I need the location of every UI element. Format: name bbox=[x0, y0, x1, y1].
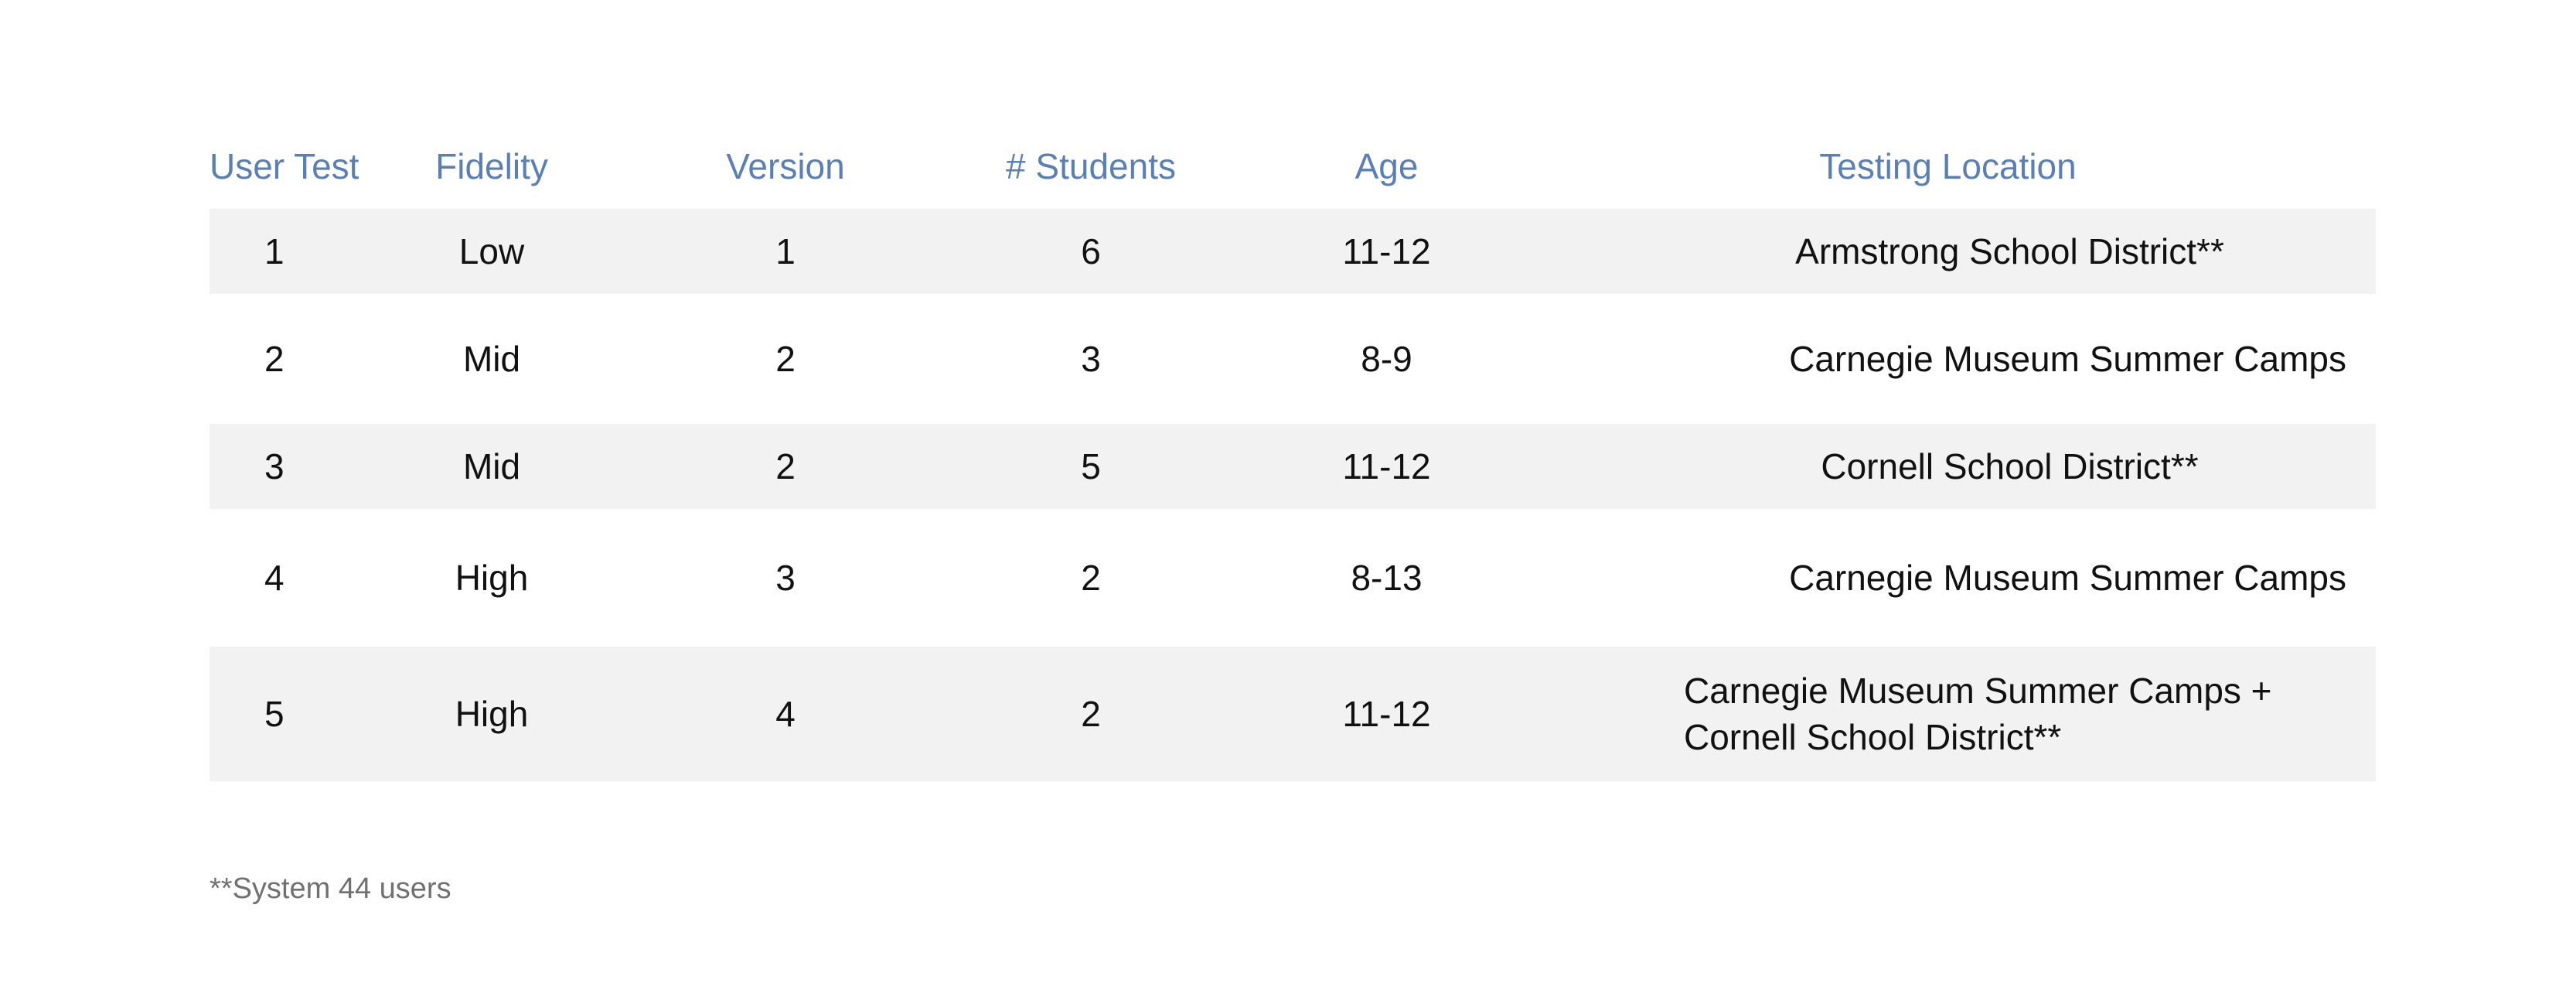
cell-version: 4 bbox=[775, 694, 796, 734]
cell-age: 11-12 bbox=[1342, 231, 1431, 271]
cell-fidelity: Low bbox=[458, 231, 525, 271]
cell-user-test: 3 bbox=[264, 446, 285, 486]
cell-user-test: 1 bbox=[264, 231, 285, 271]
table-row: 1 Low 1 6 11-12 Armstrong School Distric… bbox=[210, 209, 2376, 294]
cell-testing-location: Carnegie Museum Summer Camps + Cornell S… bbox=[1520, 667, 2376, 760]
header-version: Version bbox=[726, 146, 845, 186]
header-age: Age bbox=[1354, 146, 1419, 186]
user-testing-table: User Test Fidelity Version # Students Ag… bbox=[210, 124, 2376, 781]
cell-testing-location: Armstrong School District** bbox=[1795, 231, 2224, 271]
cell-students: 6 bbox=[1081, 231, 1101, 271]
cell-testing-location: Carnegie Museum Summer Camps bbox=[1789, 339, 2346, 379]
cell-students: 2 bbox=[1081, 558, 1101, 598]
cell-age: 8-13 bbox=[1351, 558, 1423, 598]
cell-version: 3 bbox=[775, 558, 796, 598]
cell-fidelity: Mid bbox=[462, 339, 521, 379]
location-line-2: Cornell School District** bbox=[1684, 717, 2062, 757]
cell-age: 8-9 bbox=[1361, 339, 1412, 379]
cell-fidelity: High bbox=[455, 558, 529, 598]
cell-testing-location: Carnegie Museum Summer Camps bbox=[1789, 558, 2346, 598]
cell-fidelity: Mid bbox=[462, 446, 521, 486]
cell-user-test: 5 bbox=[264, 694, 285, 734]
table-row: 5 High 4 2 11-12 Carnegie Museum Summer … bbox=[210, 647, 2376, 781]
cell-fidelity: High bbox=[455, 694, 529, 734]
table-row: 2 Mid 2 3 8-9 Carnegie Museum Summer Cam… bbox=[210, 294, 2376, 424]
cell-age: 11-12 bbox=[1342, 446, 1431, 486]
cell-students: 2 bbox=[1081, 694, 1101, 734]
table-header-row: User Test Fidelity Version # Students Ag… bbox=[210, 124, 2376, 209]
cell-user-test: 2 bbox=[264, 339, 285, 379]
footnote: **System 44 users bbox=[210, 872, 451, 905]
location-line-1: Carnegie Museum Summer Camps + bbox=[1684, 671, 2272, 711]
cell-students: 5 bbox=[1081, 446, 1101, 486]
table-row: 3 Mid 2 5 11-12 Cornell School District*… bbox=[210, 424, 2376, 509]
header-user-test: User Test bbox=[210, 146, 359, 186]
cell-version: 2 bbox=[775, 446, 796, 486]
header-students: # Students bbox=[1006, 146, 1176, 186]
table-row: 4 High 3 2 8-13 Carnegie Museum Summer C… bbox=[210, 509, 2376, 647]
cell-version: 1 bbox=[775, 231, 796, 271]
cell-age: 11-12 bbox=[1342, 694, 1431, 734]
cell-students: 3 bbox=[1081, 339, 1101, 379]
cell-user-test: 4 bbox=[264, 558, 285, 598]
header-testing-location: Testing Location bbox=[1819, 146, 2077, 186]
header-fidelity: Fidelity bbox=[435, 146, 548, 186]
cell-testing-location: Cornell School District** bbox=[1821, 446, 2199, 486]
cell-version: 2 bbox=[775, 339, 796, 379]
